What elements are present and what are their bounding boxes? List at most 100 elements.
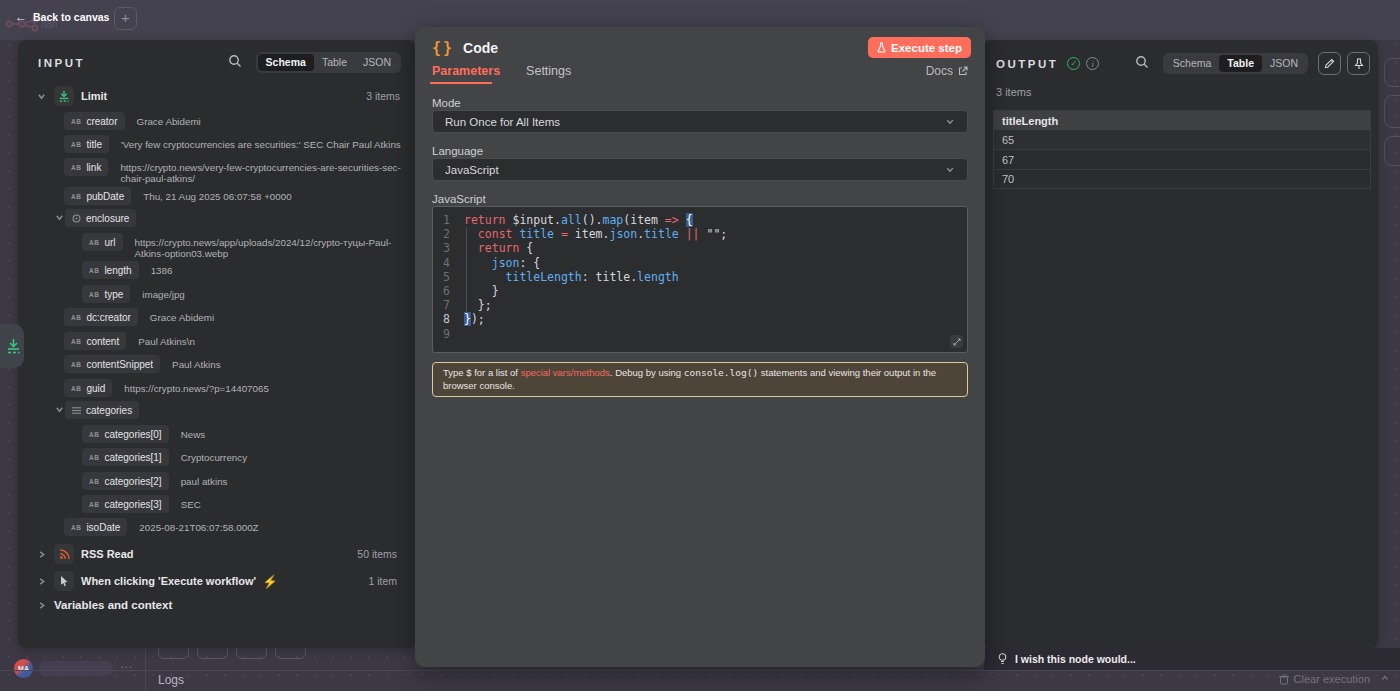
string-type-icon: AB [89, 501, 99, 508]
output-tab-json[interactable]: JSON [1262, 55, 1306, 72]
string-type-icon: AB [71, 164, 81, 171]
output-table-header[interactable]: titleLength [994, 111, 1370, 130]
string-type-icon: AB [89, 431, 99, 438]
schema-field-guid[interactable]: ABguidhttps://crypto.news/?p=14407065 [64, 379, 269, 397]
output-items-count: 3 items [996, 86, 1031, 98]
special-vars-link[interactable]: special vars/methods [521, 367, 610, 378]
canvas-right-node-2 [1384, 95, 1400, 128]
schema-field-pubdate[interactable]: ABpubDateThu, 21 Aug 2025 06:07:58 +0000 [64, 187, 292, 205]
flask-icon [877, 42, 886, 53]
input-tab-table[interactable]: Table [314, 54, 355, 71]
schema-field-type[interactable]: ABtypeimage/jpg [82, 285, 185, 303]
string-type-icon: AB [71, 385, 81, 392]
output-search-icon[interactable] [1135, 55, 1149, 72]
string-type-icon: AB [71, 338, 81, 345]
info-icon[interactable]: i [1086, 57, 1099, 70]
output-tab-schema[interactable]: Schema [1165, 55, 1220, 72]
editor-line-numbers: 123456789 [433, 213, 450, 341]
mode-label: Mode [432, 97, 461, 109]
output-table-row[interactable]: 65 [994, 130, 1370, 149]
cursor-icon [54, 571, 74, 591]
chevron-down-icon[interactable] [55, 213, 65, 222]
input-title: INPUT [38, 57, 85, 69]
external-link-icon [958, 66, 968, 76]
input-node-manual-trigger[interactable]: When clicking 'Execute workflow' ⚡ 1 ite… [37, 571, 397, 591]
execute-step-button[interactable]: Execute step [868, 37, 971, 58]
docs-link[interactable]: Docs [926, 64, 968, 78]
output-table-row[interactable]: 67 [994, 149, 1370, 168]
tab-settings[interactable]: Settings [526, 64, 571, 78]
input-node-limit[interactable]: Limit 3 items [37, 86, 400, 106]
string-type-icon: AB [71, 193, 81, 200]
string-type-icon: AB [89, 454, 99, 461]
string-type-icon: AB [71, 118, 81, 125]
schema-field-content[interactable]: ABcontentPaul Atkins\n [64, 332, 195, 350]
schema-field-categories[interactable]: categories [55, 401, 139, 419]
tab-parameters[interactable]: Parameters [432, 64, 500, 78]
clear-execution-button[interactable]: Clear execution [1279, 673, 1370, 685]
language-select[interactable]: JavaScript [432, 158, 968, 181]
schema-field-categories-1[interactable]: ABcategories[1]Cryptocurrency [82, 448, 247, 466]
editor-expand-icon[interactable] [950, 335, 963, 348]
back-arrow-icon: ← [15, 10, 27, 24]
node-feedback-bar[interactable]: I wish this node would... [984, 648, 1400, 670]
code-editor[interactable]: 123456789 return $input.all().map(item =… [432, 206, 968, 353]
node-title[interactable]: Code [463, 40, 498, 56]
schema-field-link[interactable]: ABlinkhttps://crypto.news/very-few-crypt… [64, 158, 402, 184]
logs-label[interactable]: Logs [158, 673, 184, 687]
string-type-icon: AB [71, 524, 81, 531]
limit-node-icon [54, 86, 74, 106]
pin-icon [1354, 58, 1364, 70]
output-table: titleLength 65 67 70 [993, 110, 1371, 189]
bottom-divider [0, 670, 1400, 671]
limit-node-edge-icon[interactable] [0, 324, 24, 368]
user-name-placeholder [39, 661, 113, 676]
input-node-rss-read[interactable]: RSS Read 50 items [37, 544, 397, 564]
input-tab-json[interactable]: JSON [355, 54, 399, 71]
schema-field-isodate[interactable]: ABisoDate2025-08-21T06:07:58.000Z [64, 518, 259, 536]
mode-select[interactable]: Run Once for All Items [432, 110, 968, 133]
rss-icon [54, 544, 74, 564]
collapse-logs-chevron[interactable] [1380, 674, 1390, 682]
chevron-down-icon[interactable] [37, 92, 46, 101]
output-tab-table[interactable]: Table [1219, 55, 1262, 72]
back-to-canvas-button[interactable]: ←Back to canvas [15, 10, 109, 24]
user-menu-dots[interactable]: ⋯ [120, 660, 133, 674]
output-title: OUTPUT [996, 58, 1058, 70]
chevron-down-icon[interactable] [55, 405, 65, 414]
schema-field-categories-3[interactable]: ABcategories[3]SEC [82, 495, 201, 513]
schema-field-dc-creator[interactable]: ABdc:creatorGrace Abidemi [64, 308, 214, 326]
chevron-right-icon[interactable] [37, 550, 46, 559]
chevron-right-icon[interactable] [37, 577, 46, 586]
editor-label: JavaScript [432, 193, 486, 205]
pencil-icon [1324, 58, 1335, 69]
schema-field-title[interactable]: ABtitle'Very few cryptocurrencies are se… [64, 135, 401, 153]
input-panel: INPUT Schema Table JSON Limit 3 items AB… [18, 40, 415, 648]
input-search-icon[interactable] [228, 54, 242, 71]
schema-field-length[interactable]: ABlength1386 [82, 261, 172, 279]
input-tab-schema[interactable]: Schema [258, 54, 314, 71]
object-type-icon [72, 214, 81, 223]
output-table-row[interactable]: 70 [994, 169, 1370, 188]
chevron-right-icon[interactable] [37, 601, 46, 610]
schema-field-creator[interactable]: ABcreatorGrace Abidemi [64, 112, 201, 130]
string-type-icon: AB [71, 141, 81, 148]
avatar[interactable]: MA [14, 659, 33, 678]
string-type-icon: AB [89, 291, 99, 298]
new-tab-button[interactable]: + [114, 7, 137, 30]
schema-field-categories-0[interactable]: ABcategories[0]News [82, 425, 205, 443]
code-node-dialog: {} Code Execute step Parameters Settings… [415, 27, 985, 667]
output-display-mode-tabs: Schema Table JSON [1163, 53, 1308, 74]
bolt-icon: ⚡ [262, 574, 278, 589]
language-label: Language [432, 145, 483, 157]
edit-output-button[interactable] [1318, 52, 1341, 75]
schema-field-contentsnippet[interactable]: ABcontentSnippetPaul Atkins [64, 355, 221, 373]
schema-field-categories-2[interactable]: ABcategories[2]paul atkins [82, 472, 228, 490]
output-panel: OUTPUT ✓ i Schema Table JSON 3 items tit… [984, 40, 1378, 648]
schema-field-enclosure[interactable]: enclosure [55, 209, 136, 227]
pin-output-button[interactable] [1347, 52, 1370, 75]
schema-field-url[interactable]: ABurlhttps://crypto.news/app/uploads/202… [82, 233, 393, 259]
string-type-icon: AB [71, 314, 81, 321]
canvas-right-node-3 [1384, 136, 1400, 166]
input-node-variables[interactable]: Variables and context [37, 599, 397, 611]
